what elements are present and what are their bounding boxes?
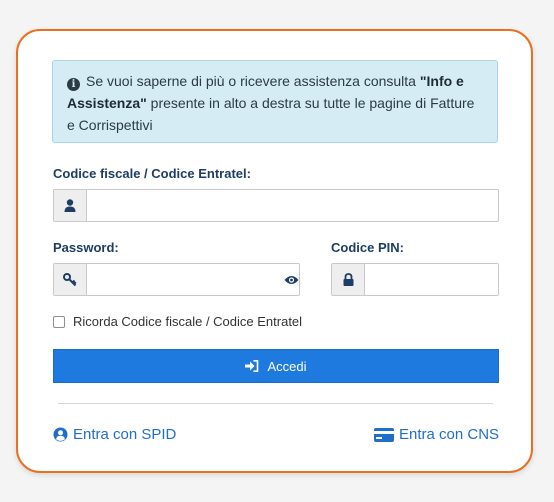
info-alert: i Se vuoi saperne di più o ricevere assis… [52, 60, 498, 143]
codice-fiscale-group [53, 189, 499, 222]
remember-checkbox[interactable] [53, 316, 65, 328]
spid-link-label: Entra con SPID [73, 426, 177, 443]
accedi-button[interactable]: Accedi [53, 349, 499, 383]
user-circle-icon [53, 427, 68, 442]
remember-label[interactable]: Ricorda Codice fiscale / Codice Entratel [73, 314, 302, 329]
credit-card-icon [374, 427, 394, 442]
pin-group [331, 263, 554, 296]
cns-link-label: Entra con CNS [399, 426, 500, 443]
spid-link[interactable]: Entra con SPID [53, 426, 176, 443]
password-input[interactable] [87, 264, 284, 295]
show-password-eye-icon[interactable] [284, 264, 299, 295]
codice-fiscale-label: Codice fiscale / Codice Entratel: [53, 166, 251, 181]
lock-icon [332, 264, 365, 295]
sign-in-icon [245, 360, 259, 372]
cns-link[interactable]: Entra con CNS [374, 426, 499, 443]
key-icon [54, 264, 87, 295]
divider [58, 403, 493, 404]
codice-fiscale-input[interactable] [87, 190, 498, 221]
accedi-label: Accedi [267, 358, 307, 374]
user-icon [54, 190, 87, 221]
info-icon: i [67, 78, 80, 91]
pin-input[interactable] [365, 264, 554, 295]
password-group [53, 263, 300, 296]
pin-label: Codice PIN: [331, 240, 404, 255]
password-label: Password: [53, 240, 119, 255]
info-text-before: Se vuoi saperne di più o ricevere assist… [86, 73, 420, 89]
